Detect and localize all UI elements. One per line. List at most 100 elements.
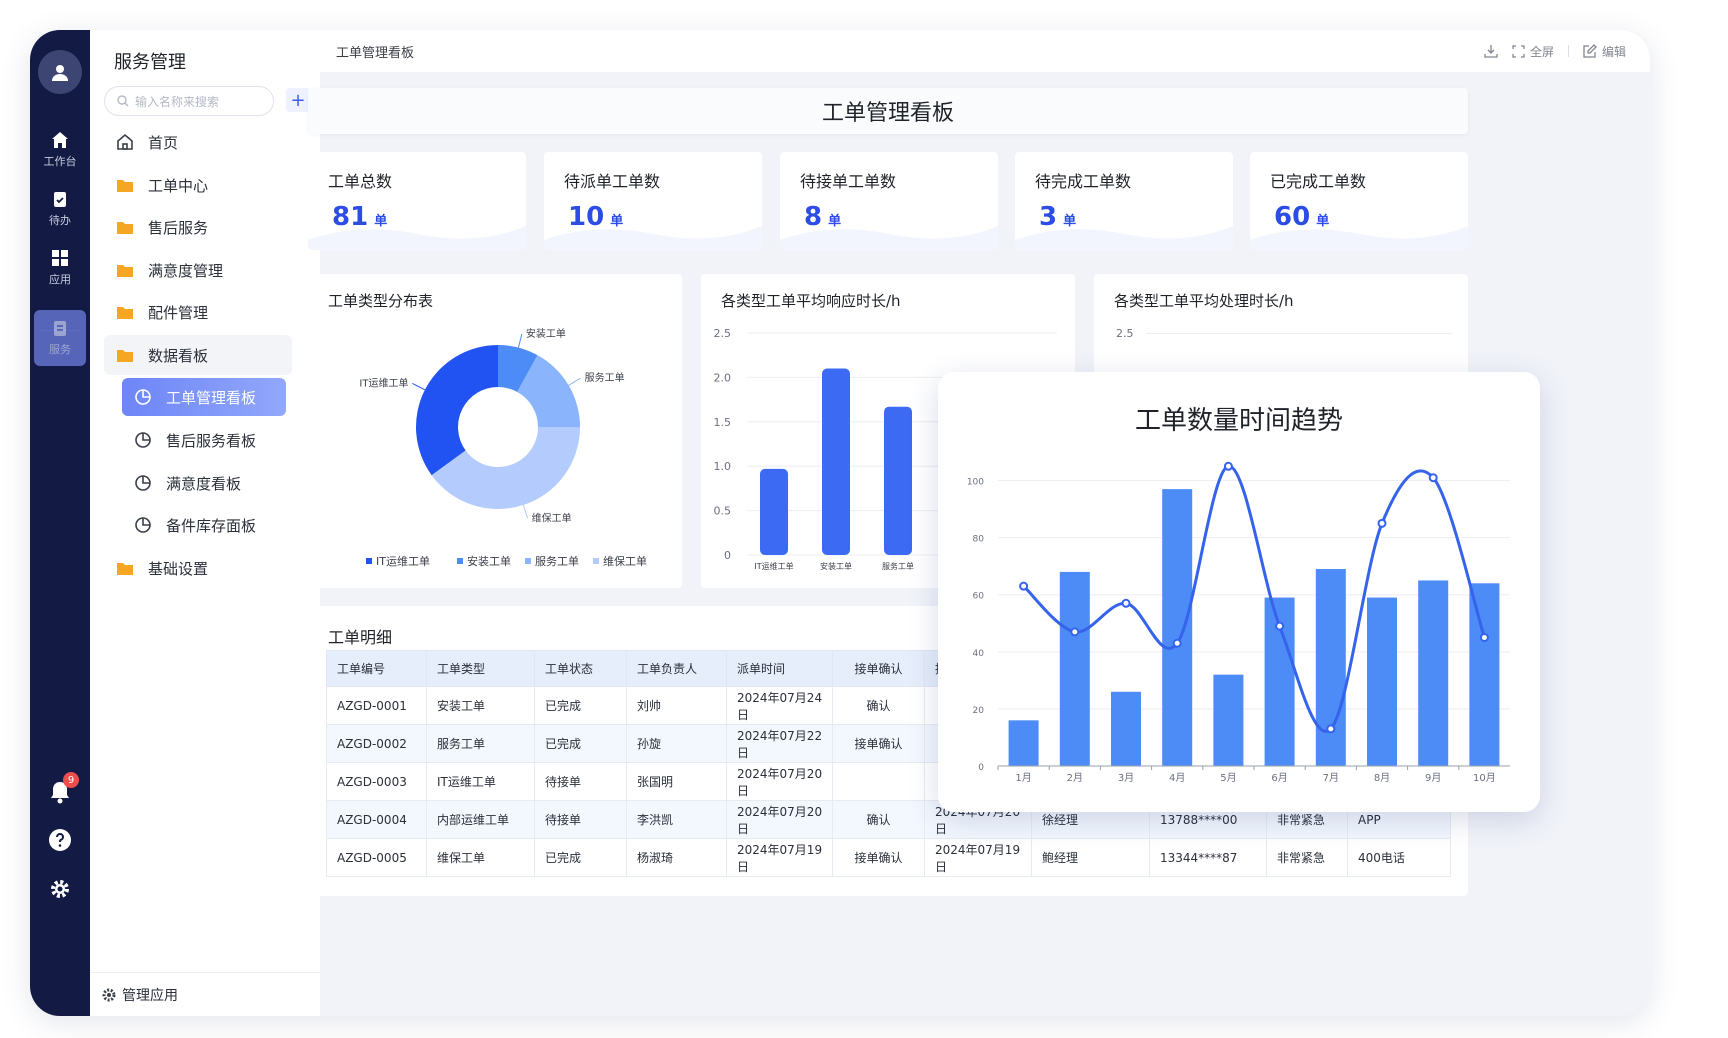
stat-label: 工单总数 [328, 172, 393, 191]
x-tick-label: 4月 [1169, 772, 1185, 784]
x-tick-label: 安装工单 [820, 561, 852, 571]
table-cell: 服务工单 [426, 724, 535, 763]
help[interactable] [30, 828, 90, 852]
fullscreen-label: 全屏 [1529, 44, 1554, 59]
x-tick-label: 10月 [1473, 772, 1496, 784]
line-point [1019, 581, 1029, 591]
slice-label: 维保工单 [532, 511, 572, 524]
rail-item-workbench[interactable]: 工作台 [34, 122, 86, 178]
column-header[interactable]: 工单编号 [326, 650, 427, 687]
sidebar-subitem-satisfaction-board[interactable]: 满意度看板 [122, 464, 286, 502]
bar [1162, 489, 1193, 766]
sidebar-subitem-inventory-board[interactable]: 备件库存面板 [122, 506, 286, 544]
table-cell: AZGD-0005 [326, 838, 427, 877]
rail-item-label: 应用 [49, 273, 71, 286]
rail-item-todo[interactable]: 待办 [34, 181, 86, 237]
search-input[interactable]: 输入名称来搜索 [104, 86, 274, 116]
download-button[interactable] [1484, 44, 1498, 58]
table-cell: 孙旋 [626, 724, 727, 763]
fullscreen-button[interactable]: 全屏 [1512, 43, 1554, 60]
legend-swatch [366, 558, 372, 564]
y-tick-label: 0 [978, 763, 984, 773]
sidebar-item-data-board[interactable]: 数据看板 [104, 335, 292, 375]
table-cell: 2024年07月19日 [924, 838, 1032, 877]
sidebar-item-home[interactable]: 首页 [104, 122, 292, 162]
bar [884, 406, 912, 555]
legend-label: 安装工单 [467, 554, 511, 568]
bar [1469, 583, 1500, 766]
y-tick-label: 80 [973, 535, 985, 545]
sidebar-subitem-after-sales-board[interactable]: 售后服务看板 [122, 421, 286, 459]
settings[interactable] [30, 878, 90, 900]
trend-line [1022, 464, 1486, 733]
notifications[interactable]: 9 [30, 772, 90, 808]
sidebar-subitem-label: 售后服务看板 [166, 431, 257, 450]
y-tick-label: 0 [724, 549, 731, 562]
slice-label: 安装工单 [526, 327, 566, 340]
folder-icon [117, 180, 133, 192]
legend-swatch [593, 558, 599, 564]
rail-item-apps[interactable]: 应用 [34, 240, 86, 296]
bar [822, 368, 850, 555]
column-header[interactable]: 工单状态 [534, 650, 627, 687]
manage-apps-button[interactable]: 管理应用 [90, 972, 320, 1016]
y-tick-label: 100 [967, 478, 984, 488]
add-button[interactable]: + [286, 88, 310, 112]
bar [1008, 720, 1039, 766]
legend-label: 维保工单 [603, 554, 647, 568]
slice-leader-line [412, 382, 426, 391]
y-tick-label: 1.0 [714, 460, 732, 473]
table-cell: 已完成 [534, 724, 627, 763]
download-icon [1484, 45, 1498, 58]
wave-decoration [1250, 226, 1468, 250]
sidebar-item-ticket-center[interactable]: 工单中心 [104, 165, 292, 205]
x-tick-label: 6月 [1271, 772, 1287, 784]
sidebar-item-parts[interactable]: 配件管理 [104, 292, 292, 332]
topbar-actions: 全屏 编辑 [1484, 30, 1626, 72]
sidebar-item-label: 配件管理 [148, 303, 209, 322]
sidebar-subitem-label: 工单管理看板 [166, 388, 257, 407]
legend-label: IT运维工单 [376, 555, 430, 568]
x-tick-label: 2月 [1067, 772, 1083, 784]
stat-card-pending-accept: 待接单工单数 8单 [780, 152, 998, 250]
table-cell: 2024年07月19日 [726, 838, 833, 877]
line-point [1172, 638, 1182, 648]
table-row[interactable]: AZGD-0005 维保工单 已完成 杨淑琦 2024年07月19日 接单确认 2024年0… [326, 838, 1451, 877]
bar [1213, 674, 1244, 766]
column-header[interactable]: 工单负责人 [626, 650, 727, 687]
service-icon [54, 321, 66, 336]
stat-label: 已完成工单数 [1270, 172, 1367, 191]
y-tick-label: 2.5 [714, 327, 732, 340]
trend-combo-chart: 100 80 60 40 20 0 1月 2月 3月 4月 5月 6月 7月 8月 9月 10月 [967, 461, 1510, 784]
table-cell: 内部运维工单 [426, 800, 535, 839]
column-header[interactable]: 派单时间 [726, 650, 833, 687]
sidebar-subitem-ticket-board[interactable]: 工单管理看板 [122, 378, 286, 416]
service-sidebar: 服务管理 输入名称来搜索 + 首页 工单中心 售后服务 满意度管理 配件管理 数… [90, 30, 320, 1016]
bar [1315, 569, 1346, 766]
search-icon [117, 95, 129, 107]
bar [760, 468, 788, 555]
wave-decoration [308, 226, 526, 250]
table-cell: 2024年07月22日 [726, 724, 833, 763]
home-icon [52, 132, 68, 148]
y-tick-label: 60 [973, 592, 985, 602]
fullscreen-icon [1512, 44, 1525, 58]
x-tick-label: 9月 [1425, 772, 1441, 784]
sidebar-item-basic-settings[interactable]: 基础设置 [104, 548, 292, 588]
sidebar-item-after-sales[interactable]: 售后服务 [104, 207, 292, 247]
table-cell: 维保工单 [426, 838, 535, 877]
user-avatar[interactable] [38, 50, 82, 94]
sidebar-item-satisfaction[interactable]: 满意度管理 [104, 250, 292, 290]
table-cell: AZGD-0003 [326, 762, 427, 801]
column-header[interactable]: 接单确认 [832, 650, 925, 687]
table-cell: 待接单 [534, 800, 627, 839]
clipboard-icon [54, 192, 66, 207]
table-cell: 李洪凯 [626, 800, 727, 839]
x-tick-label: 1月 [1015, 772, 1031, 784]
rail-item-service[interactable]: 服务 [34, 310, 86, 366]
x-tick-label: 8月 [1374, 772, 1390, 784]
top-bar: 工单管理看板 全屏 编辑 [320, 30, 1650, 72]
edit-button[interactable]: 编辑 [1583, 43, 1626, 60]
line-point [1377, 518, 1387, 528]
column-header[interactable]: 工单类型 [426, 650, 535, 687]
